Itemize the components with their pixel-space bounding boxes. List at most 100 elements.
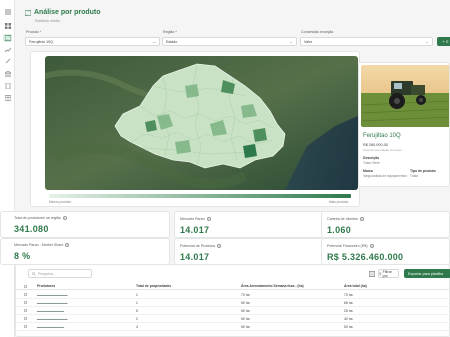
table-cell: 1 bbox=[136, 293, 138, 297]
info-icon[interactable]: i bbox=[62, 216, 67, 220]
stat-label-text: Mercado Paran bbox=[180, 217, 205, 221]
column-header[interactable]: Produtores bbox=[37, 284, 55, 288]
chevron-down-icon: ⌄ bbox=[152, 39, 156, 44]
table-cell: 50 ha bbox=[241, 317, 250, 321]
stat-label-text: Total de produtores na região bbox=[14, 216, 61, 220]
table-cell: 5 bbox=[136, 309, 138, 313]
product-field-value: Trator Série bbox=[363, 161, 380, 165]
row-checkbox[interactable] bbox=[24, 301, 27, 304]
info-icon[interactable]: i bbox=[65, 243, 70, 247]
info-icon[interactable]: i bbox=[217, 244, 222, 248]
product-card: Ferujiltao 10Q R$ 260.000,00 Cota de exp… bbox=[358, 62, 450, 187]
regiao-select[interactable]: Estado ⌄ bbox=[162, 37, 297, 46]
table-header: Produtores Total de propriedades Área Ar… bbox=[16, 283, 450, 290]
column-header[interactable]: Área Arrendamento Semana fosa - (ha) bbox=[241, 284, 304, 288]
product-field-key: Descrição bbox=[363, 156, 380, 160]
produto-label: Produto * bbox=[26, 30, 41, 34]
concessao-select[interactable]: Valor ⌄ bbox=[300, 37, 433, 46]
stat-card: Potencial Financeiro (R$) i R$ 5.326.460.… bbox=[321, 238, 450, 265]
stat-value: 8 % bbox=[14, 251, 31, 261]
document-icon[interactable] bbox=[4, 82, 11, 89]
stat-value: 14.017 bbox=[180, 252, 210, 262]
column-header[interactable]: Área total (ha) bbox=[344, 284, 367, 288]
stat-label-text: Carteira de clientes bbox=[327, 217, 358, 221]
product-price-note: Cota de exportação ou preço bbox=[363, 148, 402, 152]
stat-label: Carteira de clientes i bbox=[327, 217, 364, 221]
stat-card: Potencial de Produtos i 14.017 bbox=[174, 238, 324, 265]
table-row[interactable]: ▬▬▬▬▬▬▬▬▬ 1 70 ha 70 ha bbox=[16, 291, 450, 299]
product-name: Ferujiltao 10Q bbox=[363, 133, 401, 139]
table-cell: ▬▬▬▬▬▬▬▬▬ bbox=[37, 293, 68, 297]
select-all-checkbox[interactable] bbox=[24, 285, 27, 288]
stat-label: Mercado Paran - Market Share i bbox=[14, 243, 70, 247]
search-icon bbox=[32, 271, 36, 276]
map-icon[interactable] bbox=[3, 34, 12, 42]
table-cell: 2 bbox=[136, 317, 138, 321]
row-checkbox[interactable] bbox=[24, 317, 27, 320]
stat-value: 341.080 bbox=[14, 224, 49, 234]
chart-icon[interactable] bbox=[4, 47, 11, 52]
map-icon bbox=[25, 9, 31, 16]
info-icon[interactable]: i bbox=[206, 217, 211, 221]
tools-icon[interactable] bbox=[4, 58, 11, 63]
table-row[interactable]: ▬▬▬▬▬▬▬▬▬ 1 50 ha 65 ha bbox=[16, 299, 450, 307]
export-button[interactable]: Exportar para planilha bbox=[404, 269, 450, 278]
stat-label: Total de produtores na região i bbox=[14, 216, 67, 220]
table-cell: 40 ha bbox=[344, 317, 353, 321]
legend-low-label: Menos produtor bbox=[49, 200, 72, 204]
product-field-value: Trator bbox=[410, 174, 419, 178]
stat-label-text: Potencial de Produtos bbox=[180, 244, 216, 248]
columns-icon[interactable] bbox=[368, 270, 376, 278]
stat-value: 1.060 bbox=[327, 225, 352, 235]
stat-card: Carteira de clientes i 1.060 bbox=[321, 211, 450, 238]
concessao-label: Concessão exceção bbox=[301, 30, 334, 34]
row-checkbox[interactable] bbox=[24, 293, 27, 296]
concessao-value: Valor bbox=[304, 39, 313, 44]
table-cell: ▬▬▬▬▬▬▬▬▬ bbox=[37, 317, 68, 321]
table-cell: 1 bbox=[136, 301, 138, 305]
table-cell: 4 bbox=[136, 325, 138, 329]
table-row[interactable]: ▬▬▬▬▬▬▬▬▬ 2 50 ha 40 ha bbox=[16, 315, 450, 323]
table-cell: 70 ha bbox=[344, 293, 353, 297]
stat-label-text: Potencial Financeiro (R$) bbox=[327, 244, 368, 248]
bank-icon[interactable] bbox=[4, 70, 11, 77]
legend-high-label: Mais produtor bbox=[329, 200, 349, 204]
stat-label: Mercado Paran i bbox=[180, 217, 211, 221]
table-cell: 65 ha bbox=[344, 301, 353, 305]
page-header: Análise por produto bbox=[25, 9, 101, 16]
table-cell: 70 ha bbox=[241, 293, 250, 297]
search-input[interactable]: Pesquisa... bbox=[28, 269, 92, 278]
filter-button[interactable]: ⚲ Filtrar por bbox=[378, 269, 399, 278]
map-legend-gradient bbox=[49, 194, 351, 198]
regiao-label: Região * bbox=[163, 30, 177, 34]
info-icon[interactable]: i bbox=[359, 217, 364, 221]
table-cell: ▬▬▬▬▬▬▬▬ bbox=[37, 325, 65, 329]
stat-value: R$ 5.326.460.000 bbox=[327, 252, 404, 262]
choropleth-map[interactable] bbox=[45, 56, 358, 190]
stat-card: Total de produtores na região i 341.080 bbox=[9, 211, 169, 238]
table-row[interactable]: ▬▬▬▬▬▬▬▬ 5 50 ha 25 ha bbox=[16, 307, 450, 315]
stat-label: Potencial Financeiro (R$) i bbox=[327, 244, 374, 248]
product-field-value: Vanguardista de equipamentos bbox=[363, 174, 407, 178]
table-cell: 50 ha bbox=[344, 325, 353, 329]
stat-card: Mercado Paran - Market Share i 8 % bbox=[9, 238, 169, 265]
apply-filter-button[interactable]: + 0 bbox=[437, 37, 450, 46]
produto-value: Ferrujênio 10Q bbox=[29, 39, 53, 44]
product-price: R$ 260.000,00 bbox=[363, 143, 388, 147]
grid-icon[interactable] bbox=[4, 22, 11, 29]
produto-select[interactable]: Ferrujênio 10Q ⌄ bbox=[25, 37, 160, 46]
search-placeholder: Pesquisa... bbox=[38, 271, 56, 276]
row-checkbox[interactable] bbox=[24, 325, 27, 328]
table-cell: 50 ha bbox=[241, 309, 250, 313]
table-cell: 25 ha bbox=[344, 309, 353, 313]
table-icon[interactable] bbox=[4, 94, 11, 101]
producers-table-card: Pesquisa... ⚲ Filtrar por Exportar para … bbox=[15, 264, 450, 337]
stat-label-text: Mercado Paran - Market Share bbox=[14, 243, 64, 247]
table-row[interactable]: ▬▬▬▬▬▬▬▬ 4 50 ha 50 ha bbox=[16, 323, 450, 331]
column-header[interactable]: Total de propriedades bbox=[136, 284, 171, 288]
table-cell: ▬▬▬▬▬▬▬▬ bbox=[37, 309, 65, 313]
menu-icon[interactable] bbox=[4, 9, 11, 14]
product-field-key: Tipo de produto bbox=[410, 169, 436, 173]
row-checkbox[interactable] bbox=[24, 309, 27, 312]
info-icon[interactable]: i bbox=[369, 244, 374, 248]
